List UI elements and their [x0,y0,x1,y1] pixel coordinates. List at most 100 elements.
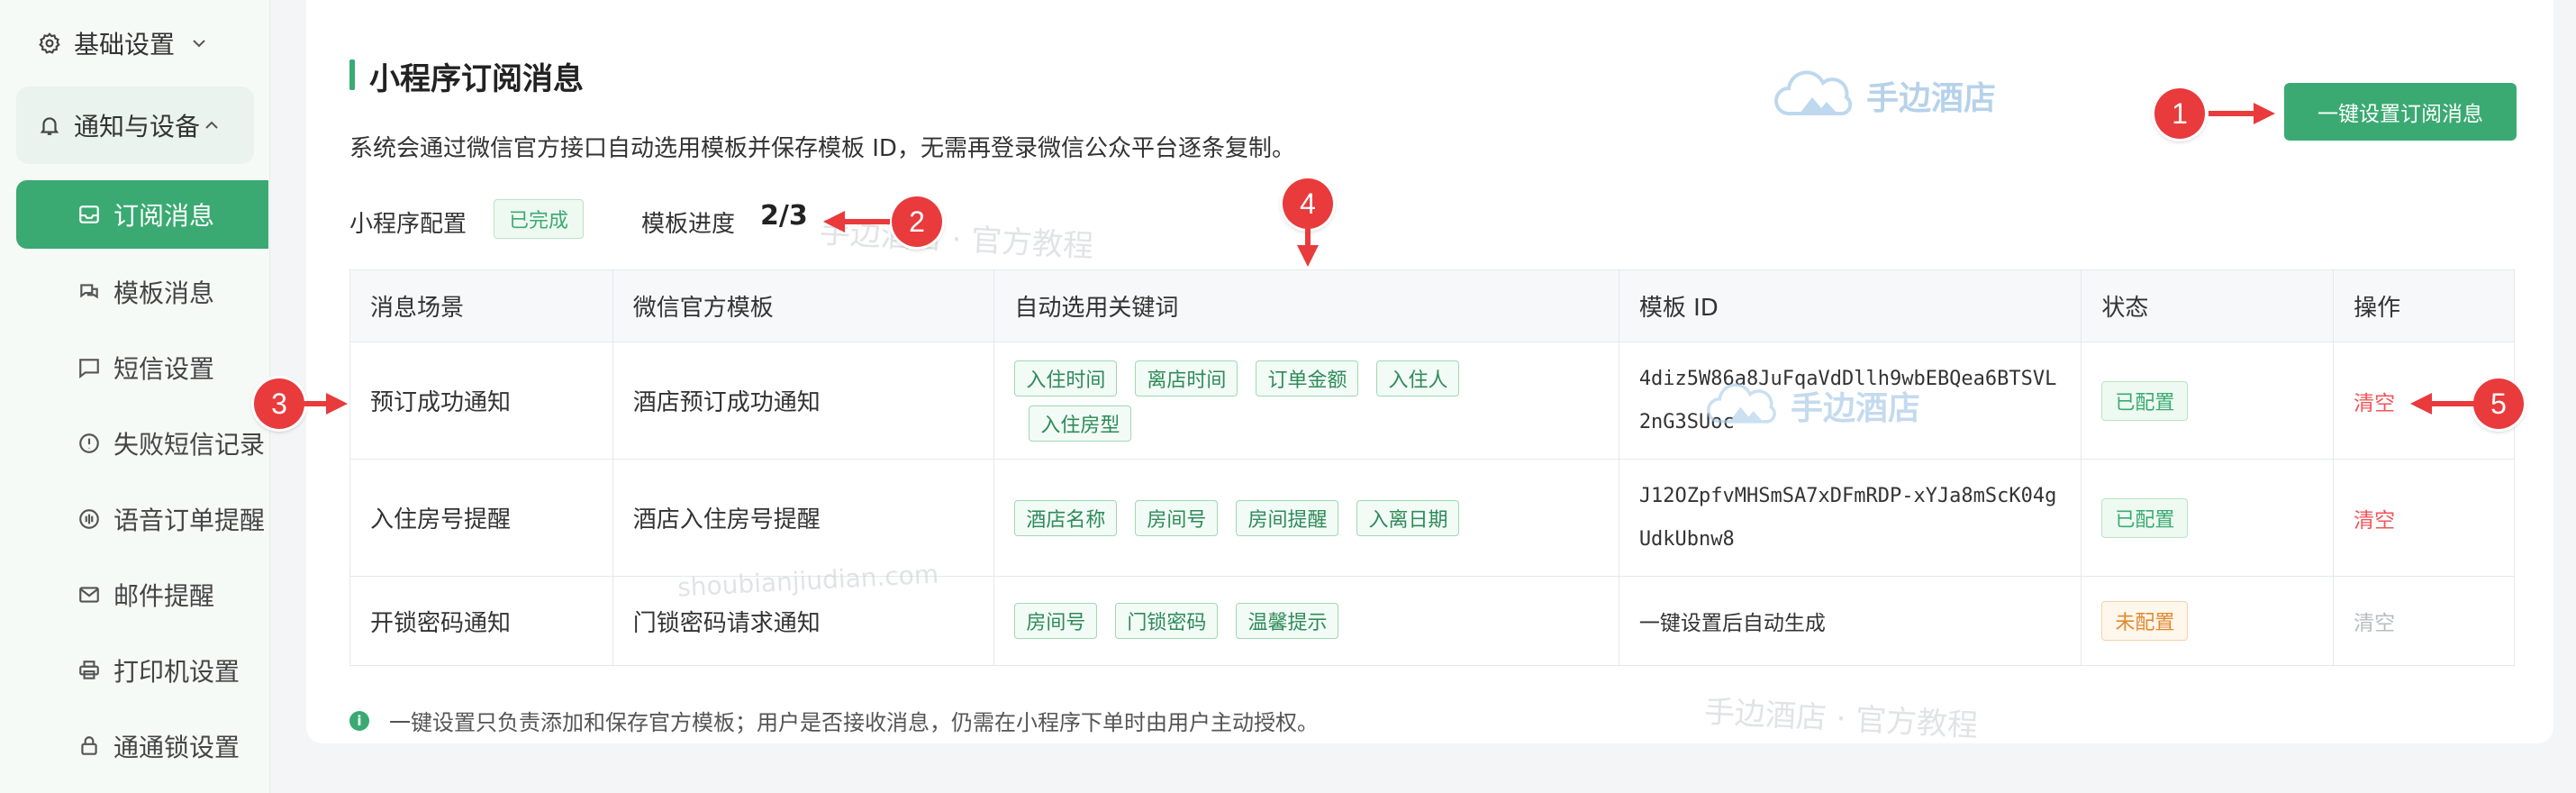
page-title: 小程序订阅消息 [369,61,584,97]
sidebar-item-subscribe-messages[interactable]: 订阅消息 [16,180,268,249]
title-accent-bar [349,59,355,90]
sidebar-item-label: 短信设置 [113,354,215,384]
chevron-up-icon [202,115,222,135]
keyword-tag: 入住时间 [1014,360,1118,396]
sidebar-group-basic-settings[interactable]: 基础设置 [16,5,254,82]
chevron-down-icon [189,33,209,53]
status-badge: 未配置 [2101,601,2189,641]
sidebar-item-label: 失败短信记录 [113,430,266,460]
printer-icon [76,657,103,684]
scene-cell: 入住房号提醒 [350,460,613,576]
brand-watermark: 手边酒店 [1704,382,1920,429]
keywords-cell: 酒店名称 房间号 房间提醒 入离日期 [994,460,1619,576]
one-click-setup-button[interactable]: 一键设置订阅消息 [2284,83,2517,141]
cloud-mountain-logo-icon [1774,70,1853,115]
status-cell: 未配置 [2082,577,2335,665]
keyword-tag: 离店时间 [1135,360,1238,396]
sidebar: 基础设置 通知与设备 订阅消息 模板消息 短信设置 失败短信记录 语音订单提醒 … [0,0,270,793]
keyword-tag: 房间提醒 [1236,499,1339,536]
sidebar-group-label: 基础设置 [74,30,176,59]
column-header: 模板 ID [1619,270,2082,342]
column-header: 微信官方模板 [613,270,995,342]
column-header: 自动选用关键词 [994,270,1619,342]
sidebar-item-sms-settings[interactable]: 短信设置 [16,333,268,402]
sidebar-item-label: 打印机设置 [113,657,240,687]
lock-icon [76,733,103,760]
progress-label: 模板进度 [641,211,736,238]
sidebar-item-ttlock-settings[interactable]: 通通锁设置 [16,712,268,780]
template-cell: 酒店预订成功通知 [613,342,995,459]
column-header: 状态 [2082,270,2335,342]
keyword-tag: 房间号 [1014,603,1098,639]
keyword-tag: 订单金额 [1256,360,1359,396]
keyword-tag: 入住房型 [1029,405,1132,442]
keyword-tag: 酒店名称 [1014,499,1118,536]
status-badge: 已配置 [2101,380,2189,421]
brand-watermark: 手边酒店 [1773,70,1996,121]
keywords-cell: 房间号 门锁密码 温馨提示 [994,577,1619,665]
template-id: J12OZpfvMHSmSA7xDFmRDP-xYJa8mScK04gUdkUb… [1638,484,2057,551]
annotation-marker-5: 5 [2473,378,2524,429]
action-cell: 清空 [2334,577,2514,665]
config-status-badge: 已完成 [494,199,585,239]
config-label: 小程序配置 [349,211,467,238]
keyword-tag: 入离日期 [1356,499,1460,536]
keyword-tag: 入住人 [1376,360,1460,396]
sidebar-group-label: 通知与设备 [74,112,201,141]
mail-icon [76,581,103,608]
clear-button-disabled: 清空 [2354,612,2396,635]
footnote: i 一键设置只负责添加和保存官方模板；用户是否接收消息，仍需在小程序下单时由用户… [349,705,1319,736]
gear-icon [36,30,63,57]
progress-value: 2/3 [760,200,808,232]
scene-cell: 预订成功通知 [350,342,613,459]
annotation-arrow-2 [823,211,890,232]
sidebar-item-printer-settings[interactable]: 打印机设置 [16,636,268,705]
status-cell: 已配置 [2082,460,2335,576]
template-id-placeholder: 一键设置后自动生成 [1638,612,1826,635]
chat-bubbles-icon [76,278,103,305]
clear-button[interactable]: 清空 [2354,386,2395,416]
annotation-arrow-1 [2209,103,2275,124]
column-header: 消息场景 [350,270,613,342]
keyword-tag: 温馨提示 [1236,603,1339,639]
sidebar-item-label: 模板消息 [113,278,215,308]
status-badge: 已配置 [2101,497,2189,538]
inbox-icon [76,201,103,228]
voice-icon [76,506,103,533]
template-id-cell: 一键设置后自动生成 [1619,577,2082,665]
annotation-marker-4: 4 [1283,178,1333,229]
table-header-row: 消息场景 微信官方模板 自动选用关键词 模板 ID 状态 操作 [350,270,2514,342]
keywords-cell: 入住时间 离店时间 订单金额 入住人 入住房型 [994,342,1619,459]
sidebar-item-template-messages[interactable]: 模板消息 [16,258,268,326]
table-row: 开锁密码通知 门锁密码请求通知 房间号 门锁密码 温馨提示 一键设置后自动生成 … [350,577,2514,665]
sidebar-item-label: 订阅消息 [113,201,215,231]
footnote-text: 一键设置只负责添加和保存官方模板；用户是否接收消息，仍需在小程序下单时由用户主动… [389,710,1319,735]
sidebar-group-notify-devices[interactable]: 通知与设备 [16,87,254,164]
cloud-mountain-logo-icon [1706,383,1776,424]
page-description: 系统会通过微信官方接口自动选用模板并保存模板 ID，无需再登录微信公众平台逐条复… [349,135,1295,162]
sidebar-item-label: 邮件提醒 [113,581,215,611]
annotation-arrow-5 [2410,393,2477,415]
table-row: 入住房号提醒 酒店入住房号提醒 酒店名称 房间号 房间提醒 入离日期 J12OZ… [350,460,2514,577]
annotation-marker-2: 2 [892,196,942,247]
annotation-arrow-3 [303,393,348,415]
annotation-arrow-4 [1297,227,1319,267]
clear-button[interactable]: 清空 [2354,503,2395,533]
column-header: 操作 [2354,295,2401,322]
sidebar-item-voice-order-alert[interactable]: 语音订单提醒 [16,485,268,553]
annotation-marker-3: 3 [254,378,304,429]
action-cell: 清空 [2334,460,2514,576]
info-icon: i [349,710,369,731]
sidebar-item-email-alert[interactable]: 邮件提醒 [16,561,268,629]
bell-icon [36,112,63,139]
keyword-tag: 门锁密码 [1115,603,1219,639]
annotation-marker-1: 1 [2154,88,2205,139]
table-row: 预订成功通知 酒店预订成功通知 入住时间 离店时间 订单金额 入住人 入住房型 … [350,342,2514,460]
sidebar-item-label: 语音订单提醒 [113,506,266,535]
keyword-tag: 房间号 [1135,499,1219,536]
message-square-icon [76,354,103,381]
alert-circle-icon [76,430,103,457]
scene-cell: 开锁密码通知 [350,577,613,665]
template-table: 消息场景 微信官方模板 自动选用关键词 模板 ID 状态 操作 预订成功通知 酒… [349,269,2515,666]
sidebar-item-failed-sms[interactable]: 失败短信记录 [16,409,268,478]
